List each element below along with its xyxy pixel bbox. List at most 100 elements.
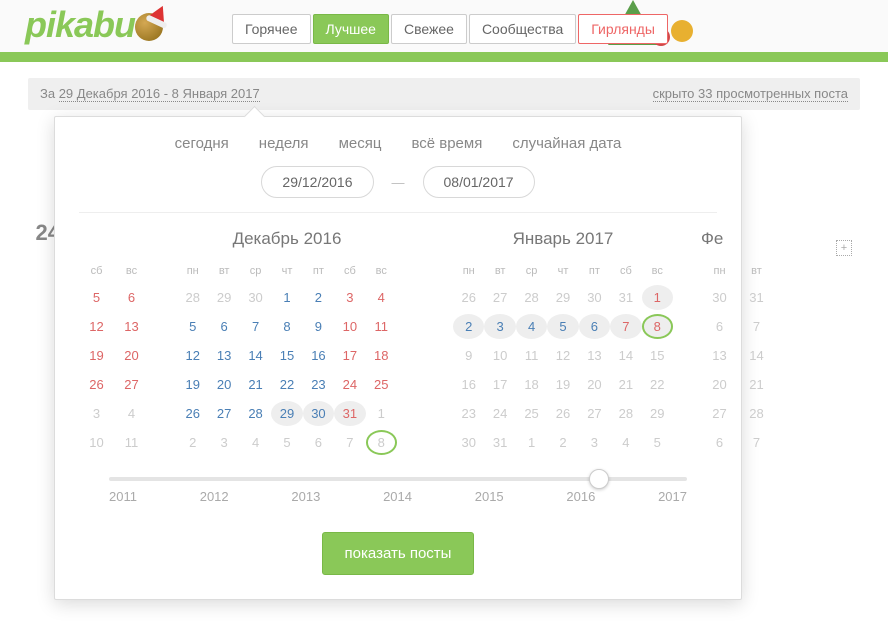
calendar-day[interactable]: 20 — [701, 372, 738, 397]
calendar-day[interactable]: 6 — [701, 314, 738, 339]
calendar-day[interactable]: 3 — [79, 401, 114, 426]
calendar-day[interactable]: 19 — [547, 372, 578, 397]
calendar-day[interactable]: 7 — [738, 430, 775, 455]
calendar-day[interactable]: 3 — [208, 430, 239, 455]
calendar-day[interactable]: 30 — [579, 285, 610, 310]
calendar-day[interactable]: 7 — [610, 314, 641, 339]
calendar-day[interactable]: 31 — [334, 401, 365, 426]
calendar-day[interactable]: 27 — [701, 401, 738, 426]
calendar-day[interactable]: 26 — [79, 372, 114, 397]
calendar-day[interactable]: 27 — [114, 372, 149, 397]
calendar-day[interactable]: 2 — [547, 430, 578, 455]
calendar-day[interactable]: 14 — [738, 343, 775, 368]
calendar-day[interactable]: 24 — [484, 401, 515, 426]
calendar-day[interactable]: 30 — [701, 285, 738, 310]
year-label[interactable]: 2014 — [383, 489, 412, 504]
calendar-day[interactable]: 13 — [114, 314, 149, 339]
calendar-day[interactable]: 4 — [516, 314, 547, 339]
show-posts-button[interactable]: показать посты — [322, 532, 475, 575]
calendar-day[interactable]: 2 — [303, 285, 334, 310]
calendar-day[interactable]: 6 — [208, 314, 239, 339]
calendar-day[interactable]: 17 — [334, 343, 365, 368]
calendar-day[interactable]: 19 — [177, 372, 208, 397]
tab-hot[interactable]: Горячее — [232, 14, 311, 44]
calendar-day[interactable]: 3 — [484, 314, 515, 339]
calendar-day[interactable]: 31 — [610, 285, 641, 310]
calendar-day[interactable]: 8 — [642, 314, 673, 339]
calendar-day[interactable]: 12 — [547, 343, 578, 368]
year-label[interactable]: 2017 — [658, 489, 687, 504]
calendar-day[interactable]: 13 — [579, 343, 610, 368]
calendar-day[interactable]: 30 — [453, 430, 484, 455]
logo[interactable]: pikabu — [25, 4, 163, 46]
calendar-day[interactable]: 8 — [366, 430, 397, 455]
calendar-day[interactable]: 5 — [79, 285, 114, 310]
calendar-day[interactable]: 27 — [484, 285, 515, 310]
calendar-day[interactable]: 16 — [453, 372, 484, 397]
calendar-day[interactable]: 29 — [547, 285, 578, 310]
calendar-day[interactable]: 11 — [516, 343, 547, 368]
year-slider-track[interactable] — [109, 477, 687, 481]
calendar-day[interactable]: 2 — [453, 314, 484, 339]
calendar-day[interactable]: 15 — [271, 343, 302, 368]
calendar-day[interactable]: 6 — [701, 430, 738, 455]
calendar-day[interactable]: 11 — [366, 314, 397, 339]
calendar-day[interactable]: 4 — [240, 430, 271, 455]
calendar-day[interactable]: 30 — [240, 285, 271, 310]
calendar-day[interactable]: 21 — [610, 372, 641, 397]
calendar-day[interactable]: 28 — [738, 401, 775, 426]
calendar-day[interactable]: 5 — [177, 314, 208, 339]
calendar-day[interactable]: 31 — [484, 430, 515, 455]
quick-all[interactable]: всё время — [411, 135, 482, 152]
calendar-day[interactable]: 11 — [114, 430, 149, 455]
year-label[interactable]: 2015 — [475, 489, 504, 504]
calendar-day[interactable]: 7 — [738, 314, 775, 339]
calendar-day[interactable]: 9 — [303, 314, 334, 339]
calendar-day[interactable]: 14 — [240, 343, 271, 368]
calendar-day[interactable]: 9 — [453, 343, 484, 368]
calendar-day[interactable]: 16 — [303, 343, 334, 368]
calendar-day[interactable]: 1 — [642, 285, 673, 310]
calendar-day[interactable]: 24 — [334, 372, 365, 397]
calendar-day[interactable]: 29 — [271, 401, 302, 426]
expand-icon[interactable]: + — [836, 240, 852, 256]
calendar-day[interactable]: 28 — [177, 285, 208, 310]
calendar-day[interactable]: 1 — [271, 285, 302, 310]
calendar-day[interactable]: 26 — [547, 401, 578, 426]
tab-garlands[interactable]: Гирлянды — [578, 14, 668, 44]
tab-fresh[interactable]: Свежее — [391, 14, 467, 44]
calendar-day[interactable]: 27 — [208, 401, 239, 426]
date-to-input[interactable]: 08/01/2017 — [423, 166, 535, 198]
calendar-day[interactable]: 28 — [240, 401, 271, 426]
quick-month[interactable]: месяц — [339, 135, 382, 152]
year-label[interactable]: 2013 — [291, 489, 320, 504]
calendar-day[interactable]: 28 — [610, 401, 641, 426]
calendar-day[interactable]: 30 — [303, 401, 334, 426]
filter-range-link[interactable]: 29 Декабря 2016 - 8 Января 2017 — [59, 86, 260, 102]
calendar-day[interactable]: 4 — [610, 430, 641, 455]
calendar-day[interactable]: 5 — [271, 430, 302, 455]
calendar-day[interactable]: 21 — [738, 372, 775, 397]
calendar-day[interactable]: 2 — [177, 430, 208, 455]
calendar-day[interactable]: 13 — [701, 343, 738, 368]
quick-random[interactable]: случайная дата — [512, 135, 621, 152]
calendar-day[interactable]: 12 — [177, 343, 208, 368]
quick-week[interactable]: неделя — [259, 135, 309, 152]
hidden-posts-link[interactable]: скрыто 33 просмотренных поста — [653, 86, 848, 102]
calendar-day[interactable]: 6 — [579, 314, 610, 339]
calendar-day[interactable]: 28 — [516, 285, 547, 310]
calendar-day[interactable]: 10 — [484, 343, 515, 368]
calendar-day[interactable]: 4 — [114, 401, 149, 426]
calendar-day[interactable]: 3 — [579, 430, 610, 455]
year-label[interactable]: 2012 — [200, 489, 229, 504]
tab-communities[interactable]: Сообщества — [469, 14, 576, 44]
calendar-day[interactable]: 31 — [738, 285, 775, 310]
calendar-day[interactable]: 14 — [610, 343, 641, 368]
calendar-day[interactable]: 20 — [208, 372, 239, 397]
calendar-day[interactable]: 12 — [79, 314, 114, 339]
calendar-day[interactable]: 7 — [240, 314, 271, 339]
calendar-day[interactable]: 22 — [271, 372, 302, 397]
calendar-day[interactable]: 6 — [303, 430, 334, 455]
calendar-day[interactable]: 29 — [208, 285, 239, 310]
calendar-day[interactable]: 6 — [114, 285, 149, 310]
